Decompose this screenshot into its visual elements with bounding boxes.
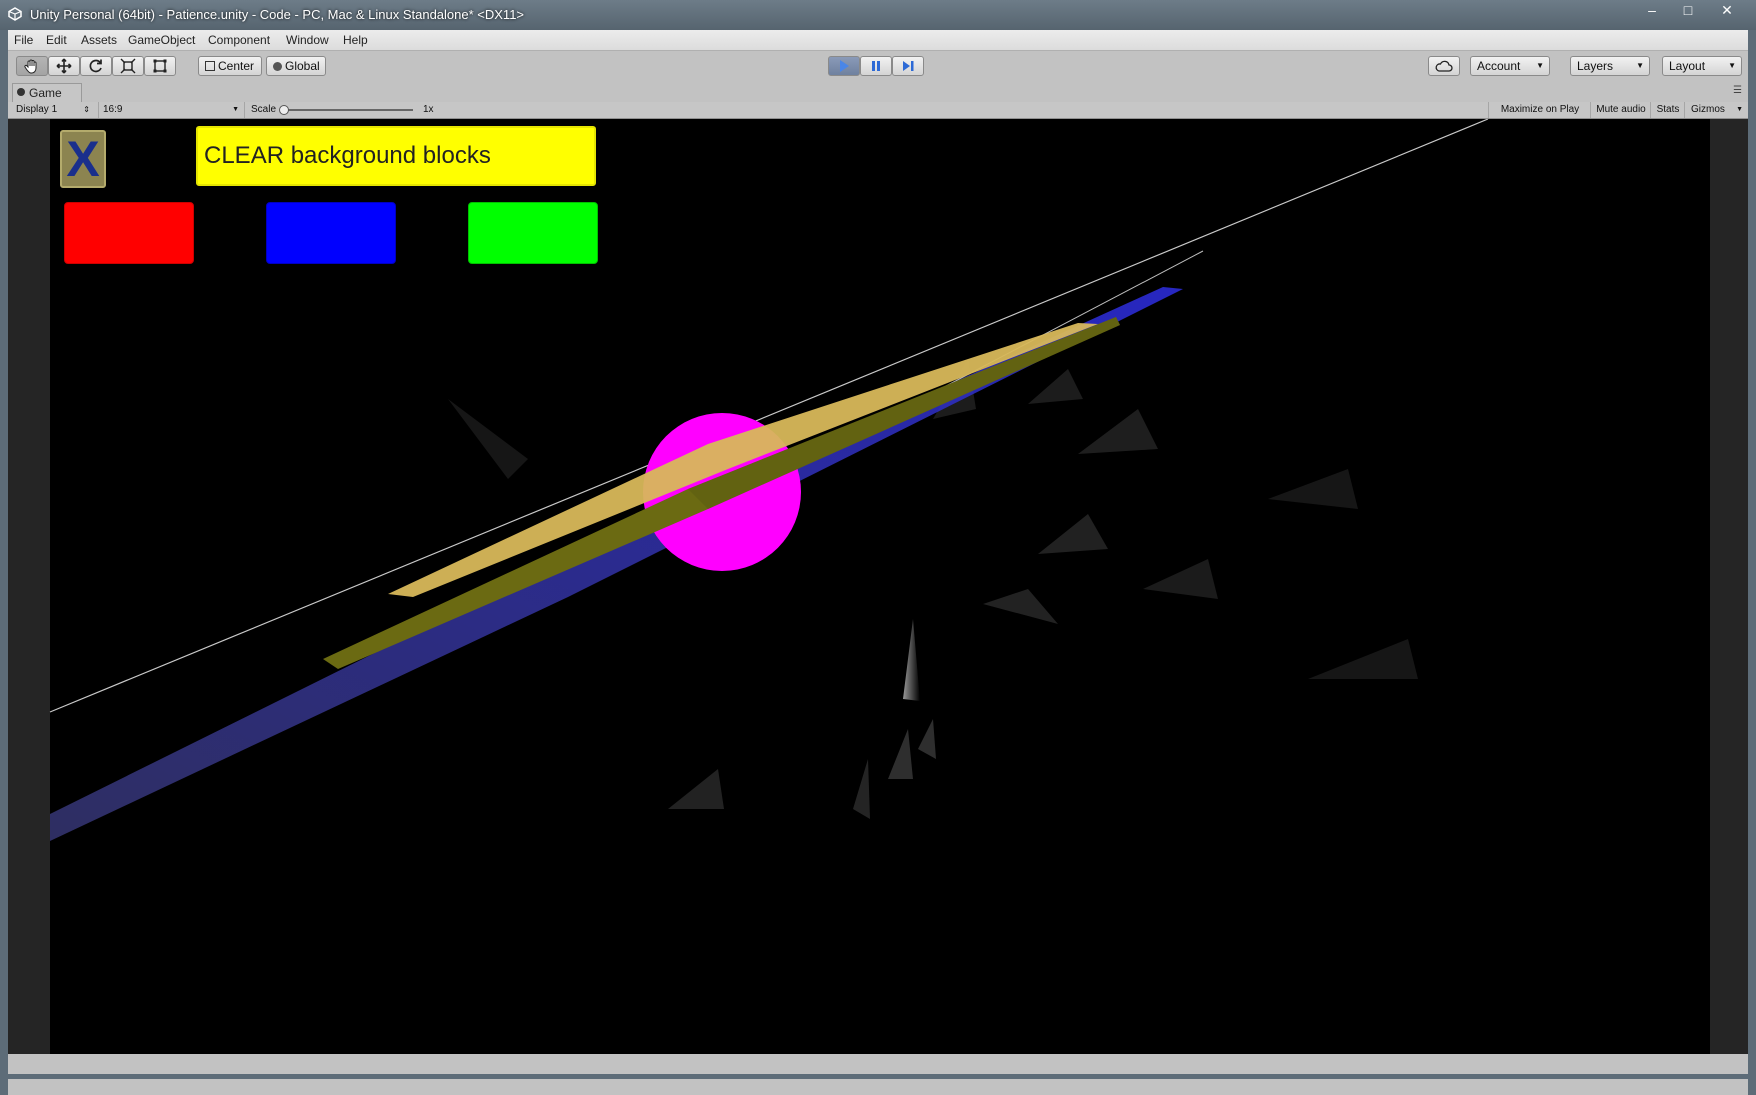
clear-background-blocks-button[interactable]: CLEAR background blocks (196, 126, 596, 186)
menu-component[interactable]: Component (208, 33, 270, 47)
pivot-center-toggle[interactable]: Center (198, 56, 262, 76)
editor-frame: File Edit Assets GameObject Component Wi… (8, 30, 1748, 1095)
hand-icon (24, 59, 37, 74)
scale-tool-button[interactable] (112, 56, 144, 76)
maximize-button[interactable]: □ (1670, 0, 1706, 20)
rect-tool-button[interactable] (144, 56, 176, 76)
game-view-toolbar: Display 1 ⇕ 16:9 ▼ Scale 1x Maximize on … (8, 102, 1748, 119)
game-panel: Game ☰ Display 1 ⇕ 16:9 ▼ Scale 1x Maxim… (8, 83, 1748, 1074)
display-select[interactable]: Display 1 ⇕ (16, 102, 94, 118)
account-dropdown[interactable]: Account ▼ (1470, 56, 1550, 76)
main-toolbar: Center Global Account ▼ Layers ▼ Layout ▼ (8, 51, 1748, 83)
unity-logo-icon (8, 7, 22, 21)
panel-menu-icon[interactable]: ☰ (1733, 85, 1742, 96)
game-viewport[interactable]: X CLEAR background blocks (8, 119, 1748, 1054)
close-x-label: X (66, 131, 100, 187)
mute-audio-label: Mute audio (1596, 104, 1646, 115)
gizmos-dropdown[interactable]: Gizmos ▼ (1684, 102, 1747, 118)
window-title: Unity Personal (64bit) - Patience.unity … (30, 7, 525, 22)
maximize-on-play-toggle[interactable]: Maximize on Play (1488, 102, 1591, 118)
menu-edit[interactable]: Edit (46, 33, 67, 47)
menu-file[interactable]: File (14, 33, 33, 47)
window-title-bar: Unity Personal (64bit) - Patience.unity … (0, 0, 1756, 30)
move-tool-button[interactable] (48, 56, 80, 76)
minimize-button[interactable]: – (1634, 0, 1670, 20)
close-window-button[interactable]: ✕ (1706, 0, 1748, 20)
updown-icon: ⇕ (83, 105, 90, 114)
panel-tab-bar: Game ☰ (8, 83, 1748, 102)
rotate-tool-button[interactable] (80, 56, 112, 76)
display-label: Display 1 (16, 104, 58, 115)
scale-slider[interactable] (279, 105, 413, 115)
gizmos-label: Gizmos (1691, 104, 1725, 115)
scale-slider-thumb[interactable] (279, 105, 289, 115)
menu-window[interactable]: Window (286, 33, 329, 47)
account-label: Account (1477, 59, 1521, 73)
chevron-down-icon: ▼ (232, 106, 239, 113)
layers-label: Layers (1577, 59, 1614, 73)
maximize-on-play-label: Maximize on Play (1500, 104, 1580, 115)
red-color-button[interactable] (64, 202, 194, 264)
tab-game[interactable]: Game (12, 83, 82, 102)
menu-bar: File Edit Assets GameObject Component Wi… (8, 30, 1748, 51)
stats-toggle[interactable]: Stats (1650, 102, 1685, 118)
rotate-icon (89, 59, 102, 73)
scale-control: Scale 1x (244, 102, 481, 118)
cloud-button[interactable] (1428, 56, 1460, 76)
scale-icon (120, 58, 136, 74)
game-tab-icon (17, 88, 25, 96)
layout-label: Layout (1669, 59, 1706, 73)
blue-color-button[interactable] (266, 202, 396, 264)
hand-tool-button[interactable] (16, 56, 48, 76)
menu-gameobject[interactable]: GameObject (128, 33, 195, 47)
pause-icon (872, 61, 880, 71)
menu-assets[interactable]: Assets (81, 33, 117, 47)
step-button[interactable] (892, 56, 924, 76)
green-color-button[interactable] (468, 202, 598, 264)
close-x-button[interactable]: X (60, 130, 106, 188)
rect-icon (153, 59, 167, 73)
status-bar (8, 1079, 1748, 1095)
cloud-icon (1435, 60, 1453, 72)
scale-value: 1x (423, 104, 434, 115)
stats-label: Stats (1656, 104, 1680, 115)
scale-label: Scale (251, 104, 277, 115)
chevron-down-icon: ▼ (1728, 61, 1736, 70)
menu-help[interactable]: Help (343, 33, 368, 47)
pause-button[interactable] (860, 56, 892, 76)
chevron-down-icon: ▼ (1636, 61, 1644, 70)
mute-audio-toggle[interactable]: Mute audio (1590, 102, 1651, 118)
move-icon (56, 58, 72, 74)
chevron-down-icon: ▼ (1736, 106, 1743, 113)
clear-button-label: CLEAR background blocks (204, 142, 491, 169)
globe-icon (273, 62, 282, 71)
pivot-label: Center (218, 59, 255, 73)
pivot-icon (205, 61, 215, 71)
game-tab-label: Game (29, 86, 62, 100)
aspect-label: 16:9 (103, 104, 123, 115)
play-button[interactable] (828, 56, 860, 76)
play-icon (840, 60, 849, 72)
aspect-select[interactable]: 16:9 ▼ (98, 102, 243, 118)
chevron-down-icon: ▼ (1536, 61, 1544, 70)
space-global-toggle[interactable]: Global (266, 56, 326, 76)
layers-dropdown[interactable]: Layers ▼ (1570, 56, 1650, 76)
step-icon (903, 61, 914, 71)
space-label: Global (285, 59, 320, 73)
layout-dropdown[interactable]: Layout ▼ (1662, 56, 1742, 76)
